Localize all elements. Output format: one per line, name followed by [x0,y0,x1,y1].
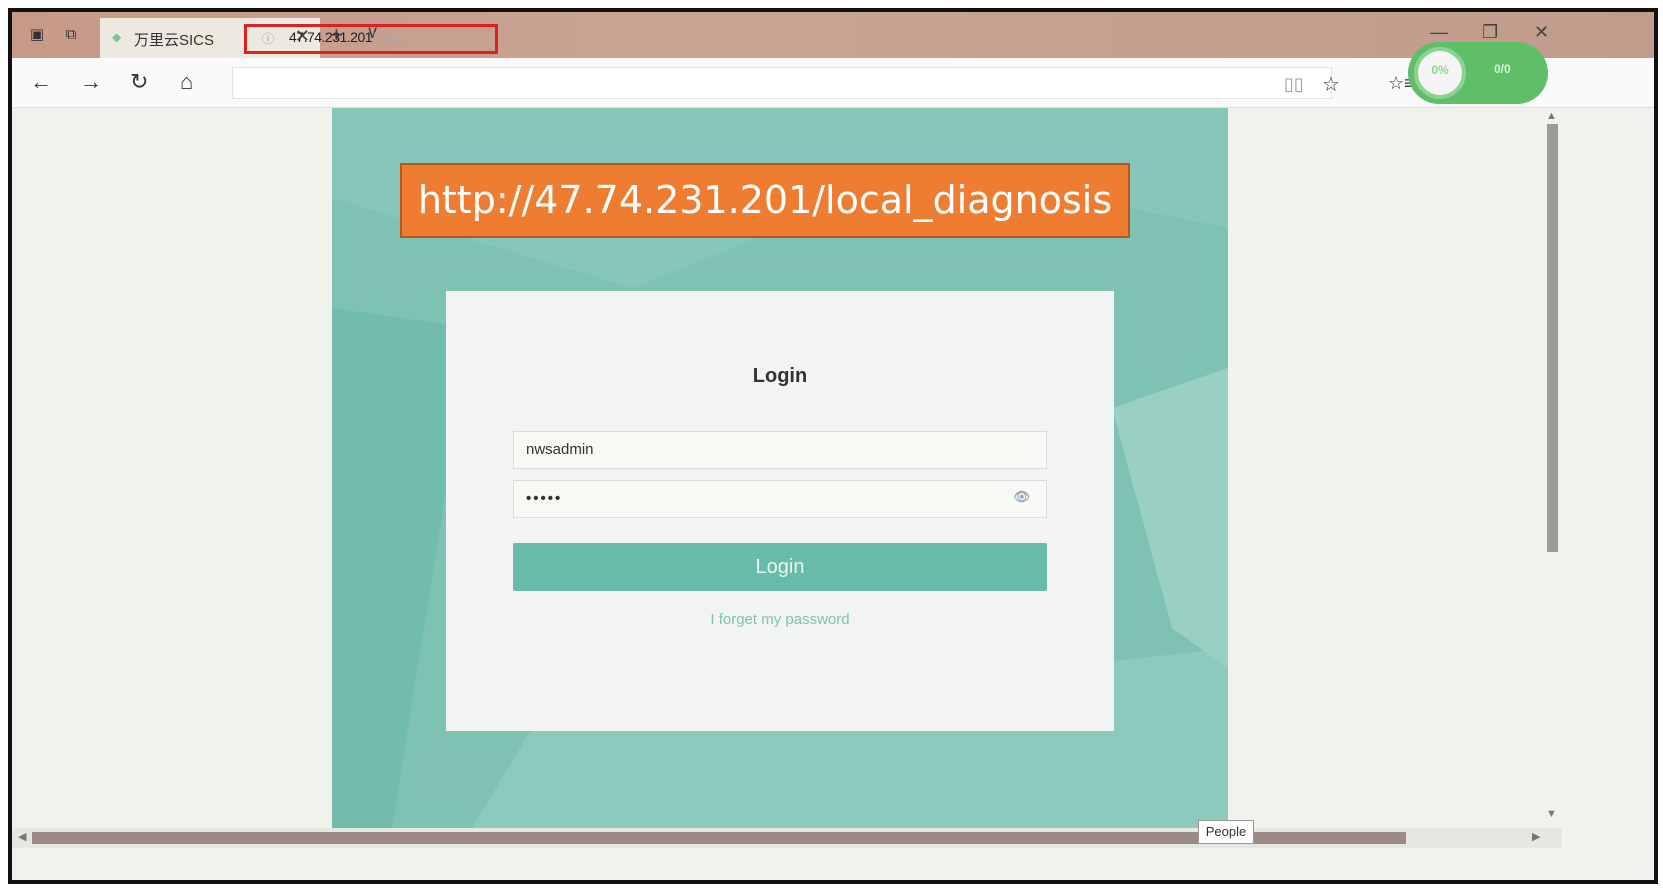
extension-widget[interactable]: 0% 0/0 [1408,42,1548,104]
page-viewport: http://47.74.231.201/local_diagnosis Log… [12,108,1542,828]
vertical-scrollbar[interactable]: ▲ ▼ [1542,108,1562,828]
annotation-banner: http://47.74.231.201/local_diagnosis [400,163,1130,238]
back-button[interactable]: ← [30,70,52,94]
home-button[interactable]: ⌂ [180,70,193,94]
password-value: ••••• [526,490,563,507]
scroll-right-icon[interactable]: ▶ [1532,830,1540,843]
scroll-up-icon[interactable]: ▲ [1546,110,1557,122]
horizontal-scrollbar[interactable]: ◀ ▶ [12,828,1562,848]
login-title: Login [752,365,808,387]
login-card: Login nwsadmin ••••• 👁 Login I forget my … [446,291,1114,731]
username-value: nwsadmin [526,441,594,458]
forward-button[interactable]: → [80,70,102,94]
username-field[interactable]: nwsadmin [513,431,1047,469]
extension-count: 0/0 [1494,62,1511,76]
login-button[interactable]: Login [513,543,1047,591]
show-password-icon[interactable]: 👁 [1013,489,1030,505]
close-window-button[interactable]: ✕ [1534,22,1549,43]
scroll-down-icon[interactable]: ▼ [1546,808,1557,820]
people-tooltip: People [1198,820,1254,844]
scroll-left-icon[interactable]: ◀ [18,830,26,843]
site-info-icon[interactable]: ⓘ [262,30,274,47]
vertical-scroll-thumb[interactable] [1547,124,1558,552]
url-input[interactable] [232,67,1332,99]
forgot-password-link[interactable]: I forget my password [446,611,1114,628]
site-favicon-icon: ◆ [112,30,122,44]
url-path: /login [372,29,403,45]
tab-preview-icon[interactable]: ⧉ [60,26,82,44]
address-bar-row: ← → ↻ ⌂ ▯▯ ☆ ☆≡ · [12,58,1654,134]
login-background: http://47.74.231.201/local_diagnosis Log… [332,108,1228,828]
bg-polygon-right [1112,368,1228,668]
restore-button[interactable]: ❐ [1482,22,1498,43]
browser-window: ▣ ⧉ ◆ 万里云SICS ✕ + ∨ — ❐ ✕ ← → ↻ ⌂ ▯▯ ☆ ☆… [8,8,1658,884]
extension-percent: 0% [1414,47,1466,99]
reading-view-icon[interactable]: ▯▯ [1284,74,1304,95]
url-host: 47.74.231.201 [289,29,373,45]
url-text: 47.74.231.201/login [289,29,403,45]
tab-set-aside-icon[interactable]: ▣ [26,26,48,44]
favorite-star-icon[interactable]: ☆ [1322,72,1340,97]
password-field[interactable]: ••••• 👁 [513,480,1047,518]
refresh-button[interactable]: ↻ [130,70,148,94]
minimize-button[interactable]: — [1430,22,1448,43]
tab-title: 万里云SICS [134,32,215,49]
